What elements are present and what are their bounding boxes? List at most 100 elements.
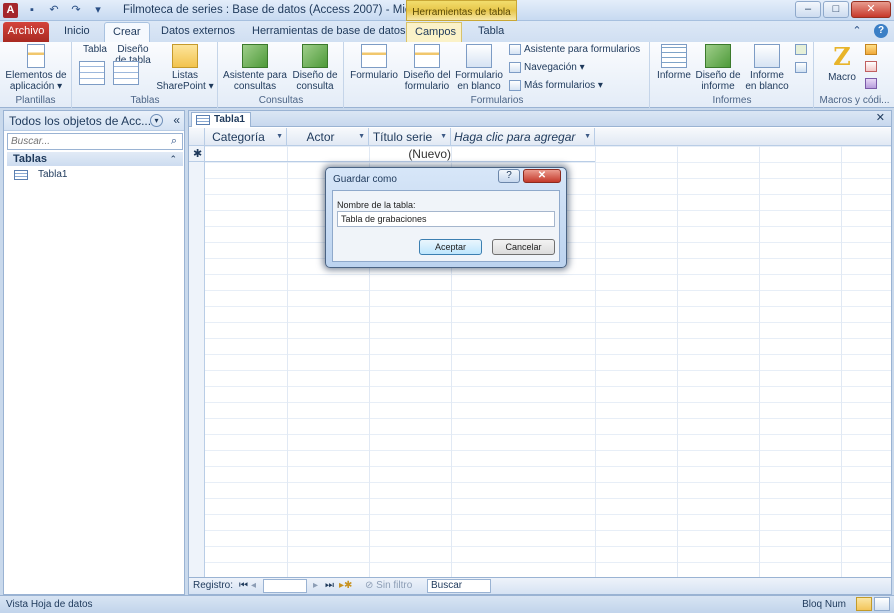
class-module-icon[interactable] bbox=[865, 61, 877, 72]
mas-formularios-button[interactable]: Más formularios ▾ bbox=[509, 80, 603, 91]
column-dropdown-icon[interactable]: ▼ bbox=[276, 128, 283, 146]
table-name-input[interactable] bbox=[337, 211, 555, 227]
document-tabs: Tabla1 ✕ bbox=[189, 111, 891, 127]
informe-button[interactable]: Informe bbox=[655, 44, 693, 81]
undo-icon[interactable]: ↶ bbox=[46, 2, 62, 18]
tab-campos[interactable]: Campos bbox=[406, 22, 462, 42]
navigation-icon bbox=[509, 62, 521, 73]
group-plantillas: Elementos de aplicación ▾ Plantillas bbox=[0, 42, 72, 108]
listas-sharepoint-button[interactable]: Listas SharePoint ▾ bbox=[155, 44, 215, 92]
column-header-add-field[interactable]: Haga clic para agregar ▼ bbox=[451, 128, 595, 146]
group-label-macros: Macros y códi... bbox=[819, 95, 890, 106]
macro-icon: Z bbox=[833, 42, 851, 71]
dialog-help-button[interactable]: ? bbox=[498, 169, 520, 183]
first-record-icon[interactable]: ⏮ bbox=[239, 580, 248, 591]
table-icon bbox=[14, 169, 28, 180]
nav-group-tablas[interactable]: Tablas ⌃ bbox=[7, 152, 183, 166]
last-record-icon[interactable]: ⏭ bbox=[325, 580, 334, 591]
current-record-input[interactable] bbox=[263, 579, 307, 593]
visual-basic-icon[interactable] bbox=[865, 78, 877, 89]
tab-datos-externos[interactable]: Datos externos bbox=[153, 22, 243, 42]
asistente-formularios-button[interactable]: Asistente para formularios bbox=[509, 44, 640, 55]
new-record-marker: ✱ bbox=[193, 148, 203, 160]
tab-tabla[interactable]: Tabla bbox=[470, 22, 512, 42]
table-name-label: Nombre de la tabla: bbox=[337, 200, 416, 210]
filter-indicator[interactable]: ⊘ Sin filtro bbox=[365, 580, 412, 591]
select-all-cell[interactable] bbox=[189, 128, 205, 146]
dialog-close-button[interactable]: ✕ bbox=[523, 169, 561, 183]
macro-button[interactable]: Z Macro bbox=[825, 42, 859, 84]
asistente-consultas-button[interactable]: Asistente para consultas bbox=[223, 44, 287, 92]
record-selector-column[interactable] bbox=[189, 128, 205, 578]
group-label-informes: Informes bbox=[712, 95, 752, 106]
save-icon[interactable]: ▪ bbox=[24, 2, 40, 18]
column-dropdown-icon[interactable]: ▼ bbox=[358, 128, 365, 146]
nav-search-input[interactable] bbox=[8, 134, 164, 149]
group-tablas: Tabla Diseño de tabla Listas SharePoint … bbox=[73, 42, 218, 108]
nav-menu-dropdown-icon[interactable]: ▾ bbox=[150, 114, 163, 127]
context-tab-header: Herramientas de tabla bbox=[406, 0, 517, 21]
datasheet-view-icon[interactable] bbox=[856, 597, 872, 611]
new-record-icon[interactable]: ▸✱ bbox=[339, 580, 352, 591]
column-dropdown-icon[interactable]: ▼ bbox=[584, 128, 591, 146]
form-wizard-icon bbox=[509, 44, 521, 55]
design-view-icon[interactable] bbox=[874, 597, 890, 611]
nav-search-box: ⌕ bbox=[7, 133, 183, 150]
tab-herramientas-bd[interactable]: Herramientas de base de datos bbox=[244, 22, 413, 42]
formulario-button[interactable]: Formulario bbox=[347, 44, 401, 81]
group-consultas: Asistente para consultas Diseño de consu… bbox=[219, 42, 344, 108]
minimize-ribbon-icon[interactable]: ⌃ bbox=[850, 24, 864, 38]
diseno-tabla-button[interactable]: Diseño de tabla bbox=[113, 44, 153, 85]
group-label-plantillas: Plantillas bbox=[15, 95, 56, 106]
tabla-button[interactable]: Tabla bbox=[79, 44, 111, 85]
close-document-icon[interactable]: ✕ bbox=[876, 111, 885, 124]
report-wizard-icon[interactable] bbox=[795, 44, 807, 55]
formulario-blanco-button[interactable]: Formulario en blanco bbox=[453, 44, 505, 92]
labels-icon[interactable] bbox=[795, 62, 807, 73]
module-icon[interactable] bbox=[865, 44, 877, 55]
status-bar: Vista Hoja de datos Bloq Num bbox=[0, 595, 894, 613]
close-window-button[interactable]: ✕ bbox=[851, 1, 891, 18]
nav-item-tabla1[interactable]: Tabla1 bbox=[14, 169, 67, 180]
diseno-informe-button[interactable]: Diseño de informe bbox=[695, 44, 741, 92]
document-tab-tabla1[interactable]: Tabla1 bbox=[191, 112, 251, 127]
record-search-input[interactable]: Buscar bbox=[427, 579, 491, 593]
status-numlock: Bloq Num bbox=[802, 599, 846, 610]
group-macros: Z Macro Macros y códi... bbox=[815, 42, 894, 108]
new-record-placeholder: (Nuevo) bbox=[408, 147, 451, 161]
collapse-group-icon[interactable]: ⌃ bbox=[169, 152, 177, 166]
minimize-button[interactable]: – bbox=[795, 1, 821, 18]
table-icon bbox=[79, 61, 105, 85]
customize-icon[interactable]: ▾ bbox=[90, 2, 106, 18]
tab-archivo[interactable]: Archivo bbox=[3, 22, 49, 42]
tab-inicio[interactable]: Inicio bbox=[56, 22, 98, 42]
nav-header: Todos los objetos de Acc... ▾ « bbox=[4, 111, 184, 131]
new-record-row[interactable]: ✱ (Nuevo) bbox=[189, 146, 595, 162]
column-header-categoria[interactable]: Categoría ▼ bbox=[205, 128, 287, 146]
tab-crear[interactable]: Crear bbox=[104, 22, 150, 42]
redo-icon[interactable]: ↷ bbox=[68, 2, 84, 18]
navegacion-button[interactable]: Navegación ▾ bbox=[509, 62, 585, 73]
query-wizard-icon bbox=[242, 44, 268, 68]
maximize-button[interactable]: □ bbox=[823, 1, 849, 18]
elementos-aplicacion-button[interactable]: Elementos de aplicación ▾ bbox=[4, 44, 68, 92]
column-header-titulo-serie[interactable]: Título serie ▼ bbox=[369, 128, 451, 146]
help-icon[interactable]: ? bbox=[874, 24, 888, 38]
accept-button[interactable]: Aceptar bbox=[419, 239, 482, 255]
group-label-tablas: Tablas bbox=[130, 95, 160, 106]
nav-title[interactable]: Todos los objetos de Acc... bbox=[9, 114, 151, 128]
search-icon[interactable]: ⌕ bbox=[167, 135, 181, 148]
window-controls: – □ ✕ bbox=[795, 1, 891, 18]
cancel-button[interactable]: Cancelar bbox=[492, 239, 555, 255]
collapse-nav-icon[interactable]: « bbox=[173, 113, 180, 127]
status-view-label: Vista Hoja de datos bbox=[6, 599, 93, 610]
quick-access-toolbar: ▪ ↶ ↷ ▾ bbox=[24, 2, 106, 18]
informe-blanco-button[interactable]: Informe en blanco bbox=[743, 44, 791, 92]
next-record-icon[interactable]: ▸ bbox=[313, 580, 318, 591]
diseno-formulario-button[interactable]: Diseño del formulario bbox=[401, 44, 453, 92]
column-header-actor[interactable]: Actor ▼ bbox=[287, 128, 369, 146]
diseno-consulta-button[interactable]: Diseño de consulta bbox=[289, 44, 341, 92]
access-app-icon[interactable]: A bbox=[3, 3, 18, 18]
column-dropdown-icon[interactable]: ▼ bbox=[440, 128, 447, 146]
previous-record-icon[interactable]: ◂ bbox=[251, 580, 256, 591]
